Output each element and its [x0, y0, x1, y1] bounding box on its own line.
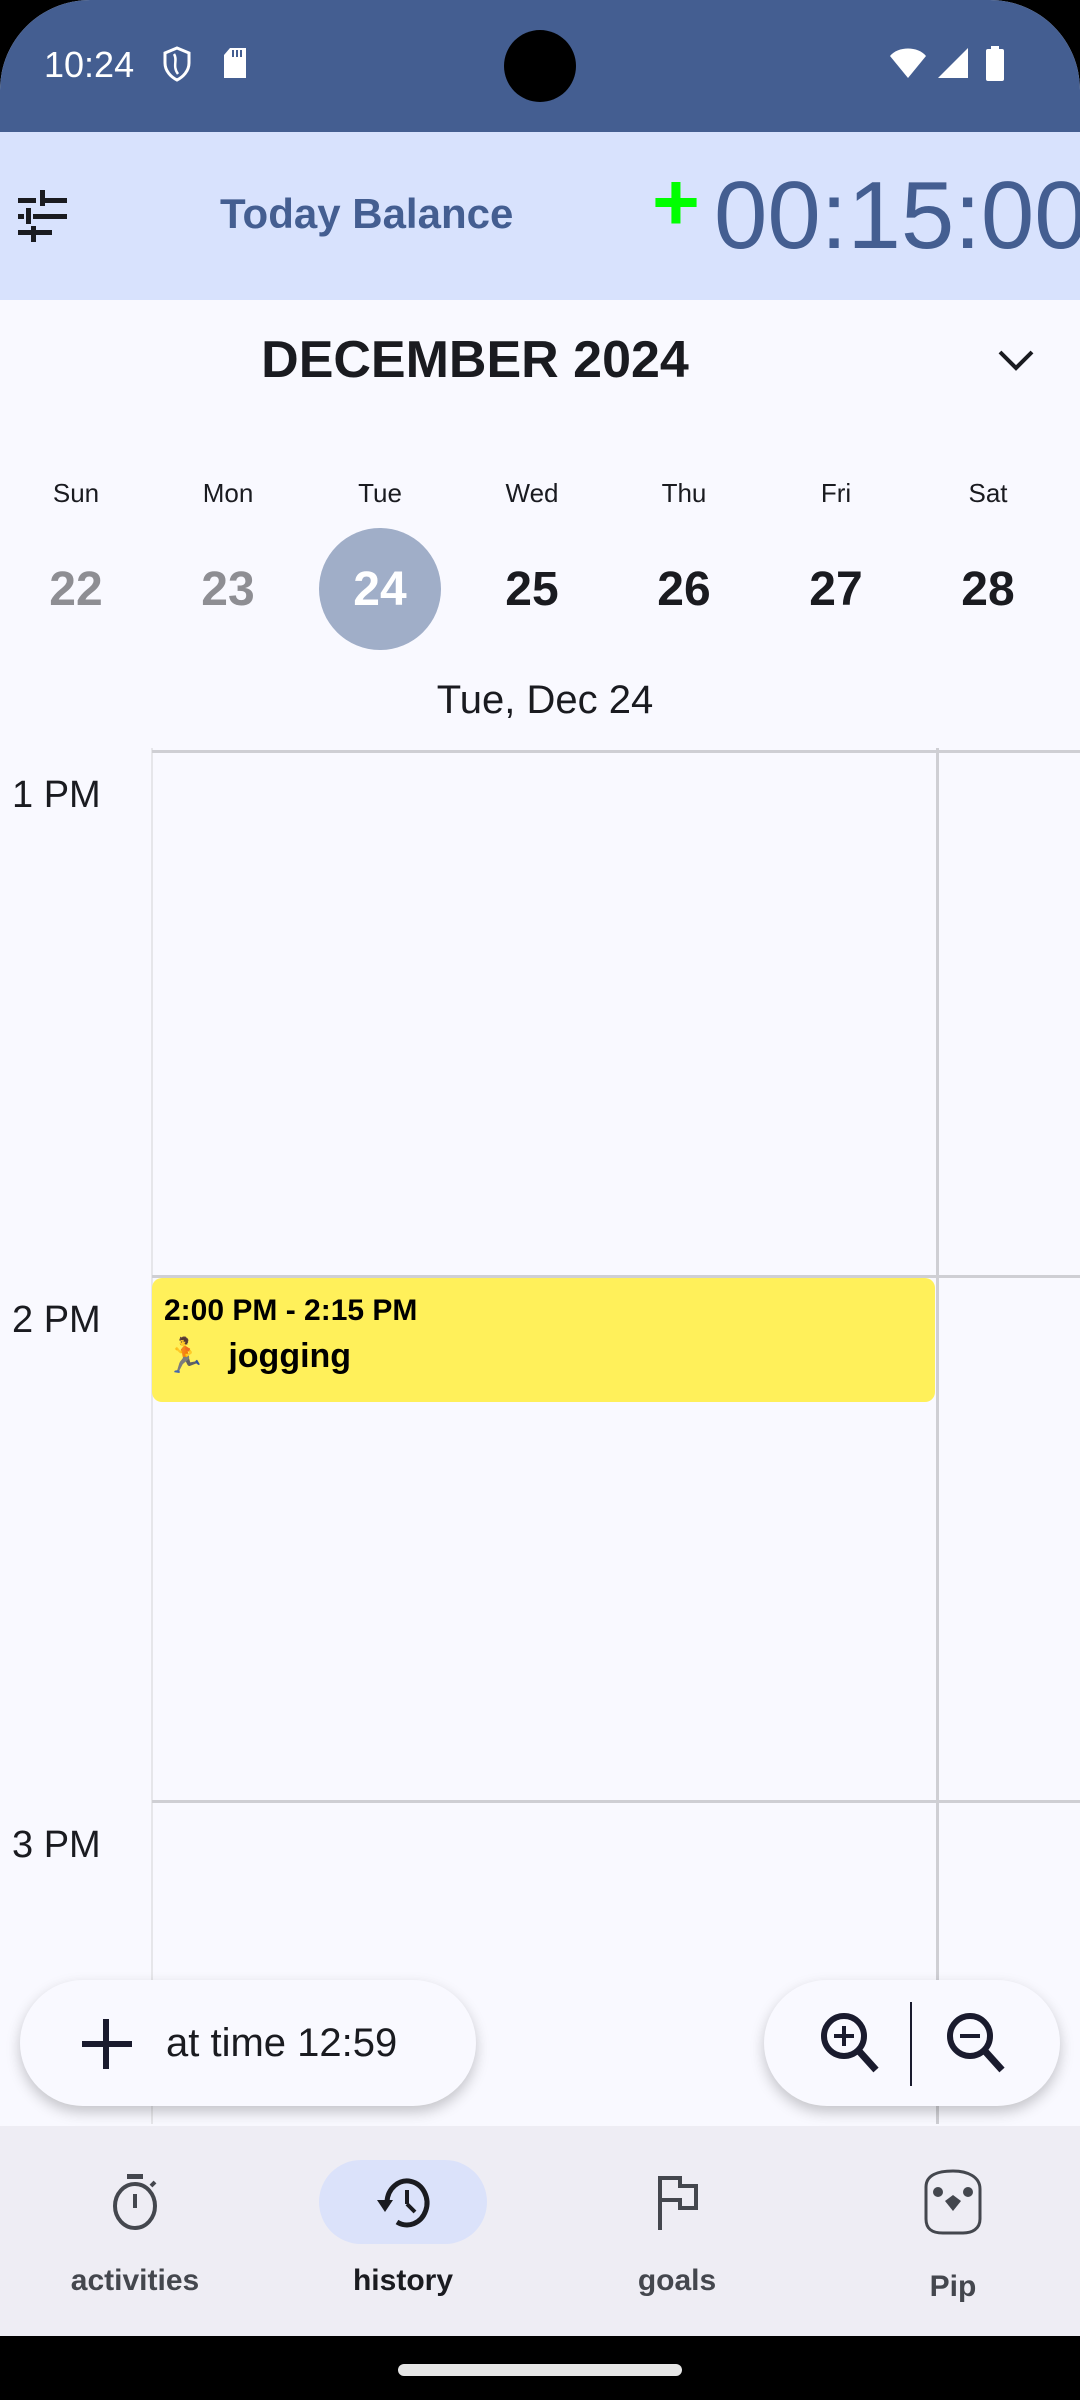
nav-label: Pip: [929, 2270, 977, 2303]
zoom-out-icon[interactable]: [940, 2008, 1020, 2080]
timeline-column-divider: [936, 748, 939, 2124]
gesture-handle[interactable]: [398, 2364, 682, 2376]
nav-item-goals[interactable]: goals: [542, 2126, 812, 2336]
nav-icon-container: [319, 2160, 487, 2244]
day-cell[interactable]: 27: [760, 526, 912, 652]
nav-item-pip[interactable]: Pip: [818, 2126, 1080, 2336]
day-cell[interactable]: 28: [912, 526, 1064, 652]
hour-gridline: [152, 750, 1080, 753]
balance-bar: Today Balance + 00:15:00: [0, 132, 1080, 300]
day-number: 26: [657, 562, 711, 616]
day-number: 25: [505, 562, 559, 616]
selected-date-label: Tue, Dec 24: [436, 678, 654, 722]
nav-item-activities[interactable]: activities: [0, 2126, 270, 2336]
day-cell[interactable]: 26: [608, 526, 760, 652]
nav-icon-container: [593, 2160, 761, 2244]
wifi-icon: [890, 48, 926, 78]
day-cell-selected[interactable]: 24: [304, 526, 456, 652]
app-screen: 10:24 Today Balance + 00:15:00 DECEMBER …: [0, 0, 1080, 2336]
weekday-label: Wed: [505, 478, 559, 508]
pip-bird-icon: [924, 2169, 982, 2235]
event-name: jogging: [228, 1336, 352, 1375]
event-title-row: 🏃 jogging: [164, 1336, 935, 1376]
day-cell[interactable]: 25: [456, 526, 608, 652]
weekday-label: Fri: [820, 478, 852, 508]
status-bar: 10:24: [0, 0, 1080, 132]
day-number: 28: [961, 562, 1015, 616]
hour-label: 2 PM: [12, 1299, 101, 1341]
running-person-icon: 🏃: [164, 1337, 207, 1375]
weekday-label: Thu: [661, 478, 707, 508]
weekday-label: Tue: [358, 478, 402, 508]
nav-icon-container: [869, 2160, 1037, 2244]
plus-icon: [76, 2013, 136, 2073]
zoom-in-icon[interactable]: [814, 2008, 894, 2080]
nav-item-history[interactable]: history: [268, 2126, 538, 2336]
zoom-divider: [910, 2002, 912, 2086]
day-cell[interactable]: 22: [0, 526, 152, 652]
day-cell[interactable]: 23: [152, 526, 304, 652]
hour-label: 3 PM: [12, 1824, 101, 1866]
hour-gridline: [152, 1800, 1080, 1803]
signal-icon: [938, 48, 968, 78]
balance-label: Today Balance: [220, 190, 514, 237]
day-timeline[interactable]: 1 PM 2 PM 3 PM 2:00 PM - 2:15 PM 🏃 joggi…: [0, 748, 1080, 2124]
event-time-range: 2:00 PM - 2:15 PM: [164, 1294, 418, 1327]
status-time: 10:24: [44, 44, 135, 85]
shield-icon: [163, 46, 191, 82]
month-title[interactable]: DECEMBER 2024: [0, 330, 950, 390]
nav-label: history: [352, 2264, 454, 2297]
add-entry-label: at time 12:59: [166, 2020, 398, 2065]
day-number: 24: [353, 562, 407, 616]
stopwatch-icon: [113, 2174, 157, 2230]
weekday-label: Sun: [52, 478, 100, 508]
weekday-label: Sat: [968, 478, 1008, 508]
balance-value: 00:15:00: [714, 162, 1080, 269]
battery-icon: [986, 46, 1004, 81]
add-entry-button[interactable]: at time 12:59: [20, 1980, 476, 2106]
flag-icon: [658, 2176, 698, 2230]
nav-label: goals: [637, 2264, 717, 2297]
chevron-down-icon[interactable]: [990, 342, 1042, 382]
history-icon: [377, 2178, 430, 2228]
timeline-left-border: [151, 748, 153, 2124]
day-number: 27: [809, 562, 863, 616]
weekday-label: Mon: [202, 478, 254, 508]
nav-label: activities: [70, 2264, 200, 2297]
weekday-header: Sun Mon Tue Wed Thu Fri Sat: [0, 478, 1080, 509]
hour-label: 1 PM: [12, 774, 101, 816]
sd-card-icon: [224, 48, 246, 78]
day-number: 23: [201, 562, 255, 616]
bottom-navigation: activities history goals Pip: [0, 2126, 1080, 2336]
tune-icon[interactable]: [14, 186, 70, 246]
day-number: 22: [49, 562, 103, 616]
day-strip: 22 23 24 25 26 27 28: [0, 526, 1080, 652]
zoom-controls: [764, 1980, 1060, 2106]
camera-cutout: [504, 30, 576, 102]
nav-icon-container: [51, 2160, 219, 2244]
event-block[interactable]: 2:00 PM - 2:15 PM 🏃 jogging: [152, 1278, 935, 1402]
balance-sign: +: [652, 157, 700, 248]
